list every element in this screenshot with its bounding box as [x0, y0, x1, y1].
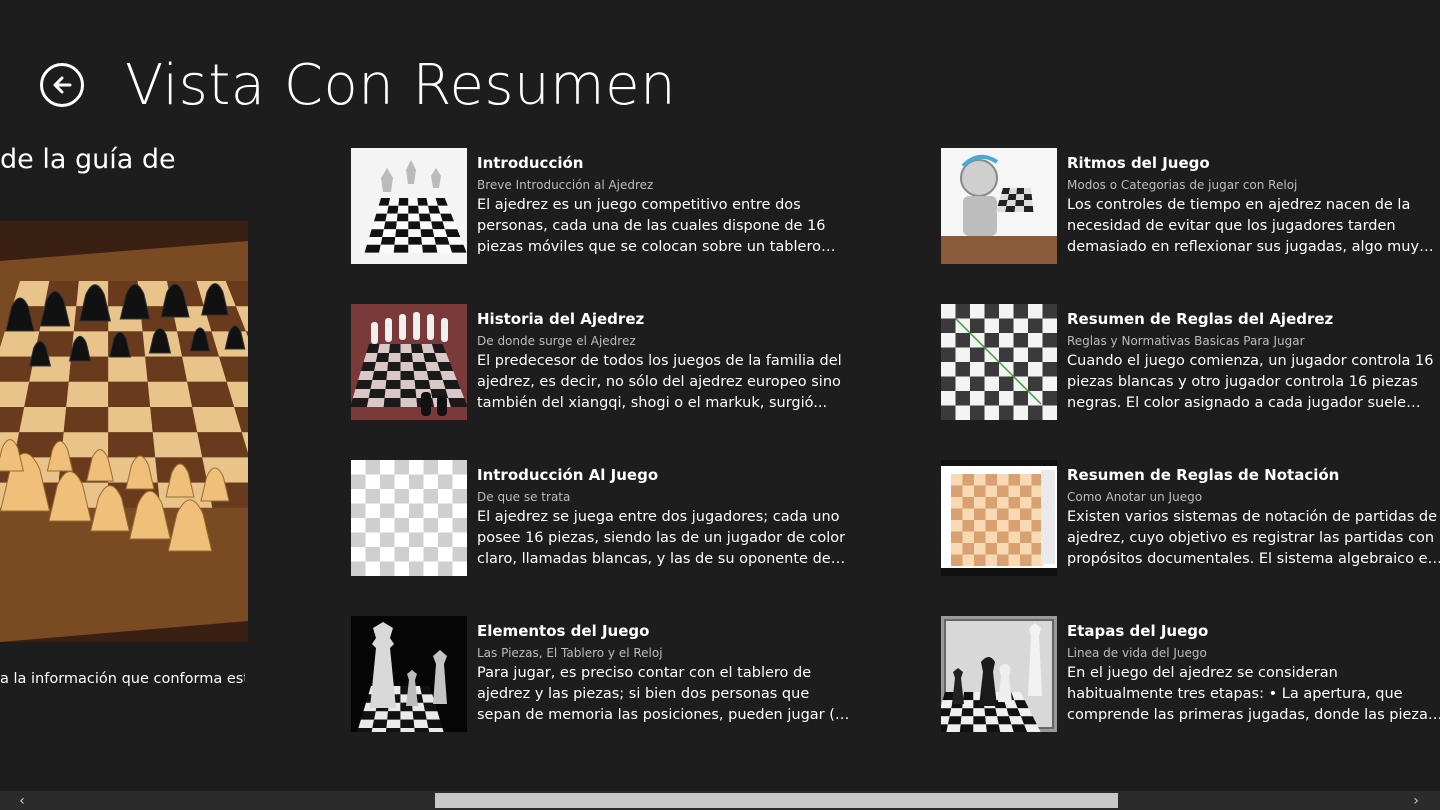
tile-subtitle: Modos o Categorias de jugar con Reloj — [1067, 178, 1298, 192]
scroll-right-icon[interactable]: › — [1406, 791, 1426, 810]
tile-title: Ritmos del Juego — [1067, 154, 1210, 172]
tile-description: En el juego del ajedrez se consideran ha… — [1067, 665, 1436, 723]
back-button[interactable] — [40, 63, 84, 107]
tile-subtitle: Linea de vida del Juego — [1067, 646, 1207, 660]
tile-subtitle: De que se trata — [477, 490, 571, 504]
thumb-introduccion — [351, 148, 467, 264]
scrollbar-thumb[interactable] — [435, 793, 1118, 808]
thumb-resumen-notacion — [941, 460, 1057, 576]
tile-subtitle: De donde surge el Ajedrez — [477, 334, 636, 348]
horizontal-scrollbar[interactable]: ‹ › — [0, 791, 1440, 810]
tile-historia[interactable]: Historia del Ajedrez De donde surge el A… — [351, 304, 871, 420]
tile-etapas[interactable]: Etapas del Juego Linea de vida del Juego… — [941, 616, 1440, 732]
scroll-left-icon[interactable]: ‹ — [12, 791, 32, 810]
tile-description: Cuando el juego comienza, un jugador con… — [1067, 353, 1434, 411]
tile-introduccion-al-juego[interactable]: Introducción Al Juego De que se trata El… — [351, 460, 871, 576]
hero-chess-image — [0, 221, 248, 642]
back-arrow-icon — [53, 76, 72, 94]
thumb-introduccion-al-juego — [351, 460, 467, 576]
tile-title: Historia del Ajedrez — [477, 310, 645, 328]
hero-heading: de la guía de — [0, 144, 176, 175]
tile-description: Los controles de tiempo en ajedrez nacen… — [1067, 197, 1420, 255]
tile-title: Introducción Al Juego — [477, 466, 659, 484]
tile-description: El predecesor de todos los juegos de la … — [477, 353, 842, 411]
tile-ritmos[interactable]: Ritmos del Juego Modos o Categorias de j… — [941, 148, 1440, 264]
tile-title: Resumen de Reglas del Ajedrez — [1067, 310, 1334, 328]
tile-subtitle: Las Piezas, El Tablero y el Reloj — [477, 646, 663, 660]
tile-description: El ajedrez es un juego competitivo entre… — [477, 197, 826, 255]
tile-subtitle: Como Anotar un Juego — [1067, 490, 1203, 504]
tile-resumen-notacion[interactable]: Resumen de Reglas de Notación Como Anota… — [941, 460, 1440, 576]
tile-subtitle: Breve Introducción al Ajedrez — [477, 178, 654, 192]
tile-description: Para jugar, es preciso contar con el tab… — [477, 665, 844, 723]
thumb-ritmos — [941, 148, 1057, 264]
tile-title: Elementos del Juego — [477, 622, 650, 640]
thumb-etapas — [941, 616, 1057, 732]
page-title: Vista Con Resumen — [125, 53, 677, 118]
hero-text: a la información que conforma esta — [0, 671, 245, 687]
tile-resumen-reglas[interactable]: Resumen de Reglas del Ajedrez Reglas y N… — [941, 304, 1440, 420]
tile-description: El ajedrez se juega entre dos jugadores;… — [477, 509, 846, 567]
tile-title: Introducción — [477, 154, 584, 172]
tile-title: Resumen de Reglas de Notación — [1067, 466, 1340, 484]
thumb-historia — [351, 304, 467, 420]
tile-title: Etapas del Juego — [1067, 622, 1209, 640]
tile-description: Existen varios sistemas de notación de p… — [1067, 509, 1438, 567]
thumb-elementos — [351, 616, 467, 732]
thumb-resumen-reglas — [941, 304, 1057, 420]
tile-introduccion[interactable]: Introducción Breve Introducción al Ajedr… — [351, 148, 871, 264]
tile-subtitle: Reglas y Normativas Basicas Para Jugar — [1067, 334, 1305, 348]
tile-elementos[interactable]: Elementos del Juego Las Piezas, El Table… — [351, 616, 871, 732]
